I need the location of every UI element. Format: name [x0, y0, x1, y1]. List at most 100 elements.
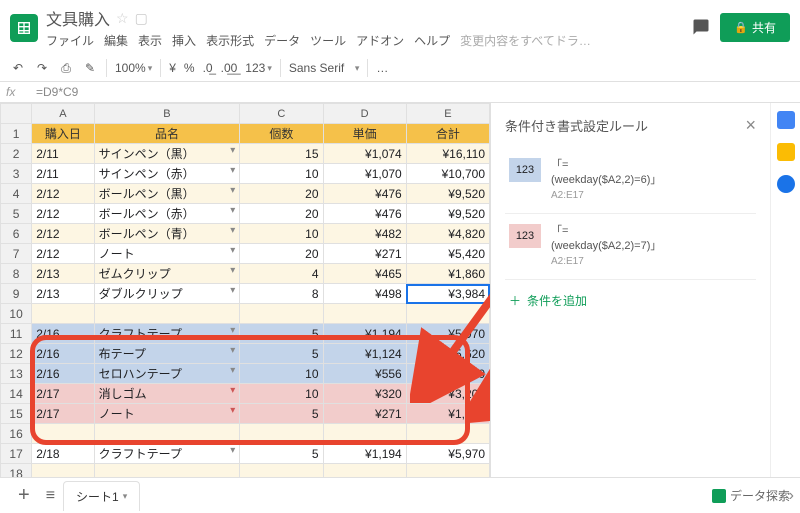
- paint-icon[interactable]: ✎: [82, 60, 98, 76]
- row-header[interactable]: 15: [1, 404, 32, 424]
- add-rule-button[interactable]: ＋ 条件を追加: [505, 280, 756, 321]
- explore-button[interactable]: データ探索: [712, 487, 790, 504]
- row-header[interactable]: 5: [1, 204, 32, 224]
- cell[interactable]: 5: [240, 444, 323, 464]
- cell[interactable]: ¥16,110: [406, 144, 489, 164]
- menu-tools[interactable]: ツール: [310, 32, 346, 49]
- redo-icon[interactable]: ↷: [34, 60, 50, 76]
- row-header[interactable]: 2: [1, 144, 32, 164]
- cell[interactable]: ¥1,860: [406, 264, 489, 284]
- doc-title[interactable]: 文具購入: [46, 6, 110, 30]
- cell[interactable]: [323, 304, 406, 324]
- menu-edit[interactable]: 編集: [104, 32, 128, 49]
- inc-dec-button[interactable]: .0̲0̲: [221, 61, 238, 75]
- all-sheets-button[interactable]: ≡: [38, 487, 63, 505]
- cell[interactable]: ¥3,200: [406, 384, 489, 404]
- cell[interactable]: 5: [240, 324, 323, 344]
- cell[interactable]: 2/12: [32, 224, 94, 244]
- header-cell[interactable]: 購入日: [32, 124, 94, 144]
- numfmt-button[interactable]: 123▾: [245, 61, 272, 75]
- keep-icon[interactable]: [777, 143, 795, 161]
- row-header[interactable]: 9: [1, 284, 32, 304]
- menu-data[interactable]: データ: [264, 32, 300, 49]
- cell[interactable]: ゼムクリップ▾: [94, 264, 240, 284]
- cell[interactable]: 20: [240, 204, 323, 224]
- close-icon[interactable]: ×: [745, 115, 756, 136]
- row-header[interactable]: 1: [1, 124, 32, 144]
- undo-icon[interactable]: ↶: [10, 60, 26, 76]
- cell[interactable]: [94, 424, 240, 444]
- cell[interactable]: ¥5,420: [406, 244, 489, 264]
- cell[interactable]: ¥320: [323, 384, 406, 404]
- cell[interactable]: 2/12: [32, 244, 94, 264]
- cell[interactable]: ¥5,970: [406, 444, 489, 464]
- cell[interactable]: 5: [240, 404, 323, 424]
- cell[interactable]: 布テープ▾: [94, 344, 240, 364]
- col-D[interactable]: D: [323, 104, 406, 124]
- row-header[interactable]: 10: [1, 304, 32, 324]
- zoom-select[interactable]: 100%▾: [115, 61, 152, 75]
- cell[interactable]: [406, 424, 489, 444]
- cell[interactable]: 20: [240, 244, 323, 264]
- row-header[interactable]: 12: [1, 344, 32, 364]
- percent-button[interactable]: %: [184, 61, 195, 75]
- row-header[interactable]: 11: [1, 324, 32, 344]
- cell[interactable]: ¥5,560: [406, 364, 489, 384]
- row-header[interactable]: 16: [1, 424, 32, 444]
- cell[interactable]: ボールペン（青）▾: [94, 224, 240, 244]
- add-sheet-button[interactable]: +: [10, 484, 38, 507]
- star-icon[interactable]: ☆: [116, 10, 129, 27]
- cell[interactable]: 2/11: [32, 144, 94, 164]
- cell[interactable]: 10: [240, 364, 323, 384]
- menu-view[interactable]: 表示: [138, 32, 162, 49]
- row-header[interactable]: 8: [1, 264, 32, 284]
- cell[interactable]: 2/17: [32, 404, 94, 424]
- cell[interactable]: ¥9,520: [406, 204, 489, 224]
- cell[interactable]: ¥498: [323, 284, 406, 304]
- cell[interactable]: 20: [240, 184, 323, 204]
- cell[interactable]: 2/11: [32, 164, 94, 184]
- header-cell[interactable]: 単価: [323, 124, 406, 144]
- cell[interactable]: [323, 424, 406, 444]
- col-C[interactable]: C: [240, 104, 323, 124]
- cell[interactable]: ¥1,194: [323, 324, 406, 344]
- cell[interactable]: ¥1,194: [323, 444, 406, 464]
- cell[interactable]: サインペン（赤）▾: [94, 164, 240, 184]
- cell[interactable]: 10: [240, 164, 323, 184]
- more-tools[interactable]: …: [376, 61, 388, 75]
- cell[interactable]: 2/13: [32, 264, 94, 284]
- cell[interactable]: [240, 304, 323, 324]
- print-icon[interactable]: ⎙: [58, 60, 74, 76]
- header-cell[interactable]: 品名: [94, 124, 240, 144]
- cell[interactable]: 15: [240, 144, 323, 164]
- sheet-tab-1[interactable]: シート1▾: [63, 481, 140, 511]
- cell[interactable]: サインペン（黒）▾: [94, 144, 240, 164]
- cell[interactable]: 2/12: [32, 204, 94, 224]
- comments-icon[interactable]: [692, 18, 712, 38]
- cell[interactable]: ¥482: [323, 224, 406, 244]
- cell[interactable]: 2/18: [32, 444, 94, 464]
- cell[interactable]: [94, 304, 240, 324]
- cell[interactable]: 2/13: [32, 284, 94, 304]
- row-header[interactable]: 13: [1, 364, 32, 384]
- select-all[interactable]: [1, 104, 32, 124]
- cell[interactable]: 2/17: [32, 384, 94, 404]
- cell[interactable]: ¥1,074: [323, 144, 406, 164]
- cell[interactable]: 10: [240, 384, 323, 404]
- header-cell[interactable]: 個数: [240, 124, 323, 144]
- cell[interactable]: ¥9,520: [406, 184, 489, 204]
- format-rule-1[interactable]: 123 「= (weekday($A2,2)=6)」 A2:E17: [505, 148, 756, 214]
- cell[interactable]: ボールペン（赤）▾: [94, 204, 240, 224]
- cell[interactable]: ノート▾: [94, 244, 240, 264]
- cell[interactable]: [240, 424, 323, 444]
- format-rule-2[interactable]: 123 「= (weekday($A2,2)=7)」 A2:E17: [505, 214, 756, 280]
- menu-format[interactable]: 表示形式: [206, 32, 254, 49]
- cell[interactable]: ¥271: [323, 244, 406, 264]
- cell[interactable]: クラフトテープ▾: [94, 324, 240, 344]
- cell[interactable]: 消しゴム▾: [94, 384, 240, 404]
- cell[interactable]: 4: [240, 264, 323, 284]
- cell[interactable]: ボールペン（黒）▾: [94, 184, 240, 204]
- row-header[interactable]: 14: [1, 384, 32, 404]
- cell[interactable]: ¥1,124: [323, 344, 406, 364]
- col-B[interactable]: B: [94, 104, 240, 124]
